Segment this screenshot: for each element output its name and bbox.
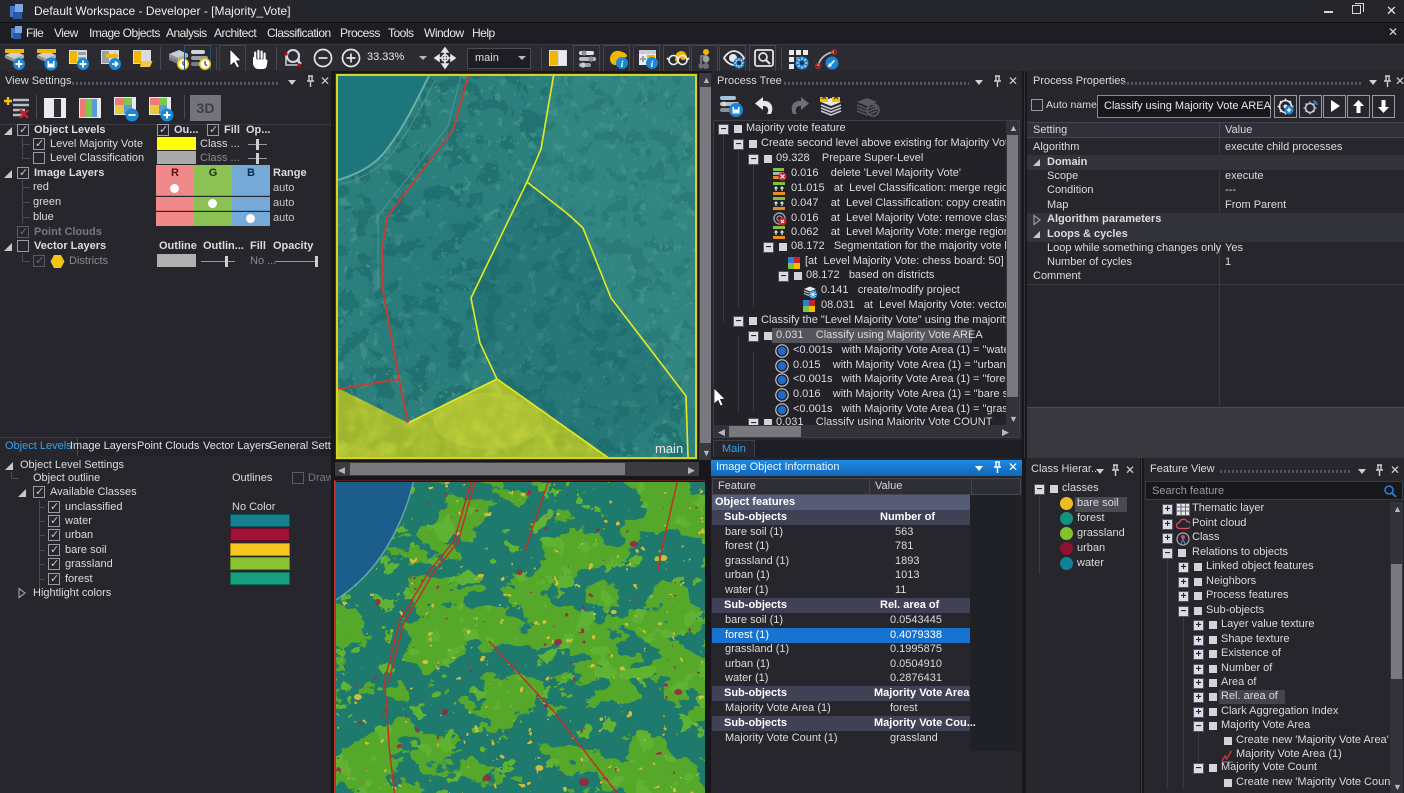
svg-text:main: main (655, 441, 683, 456)
